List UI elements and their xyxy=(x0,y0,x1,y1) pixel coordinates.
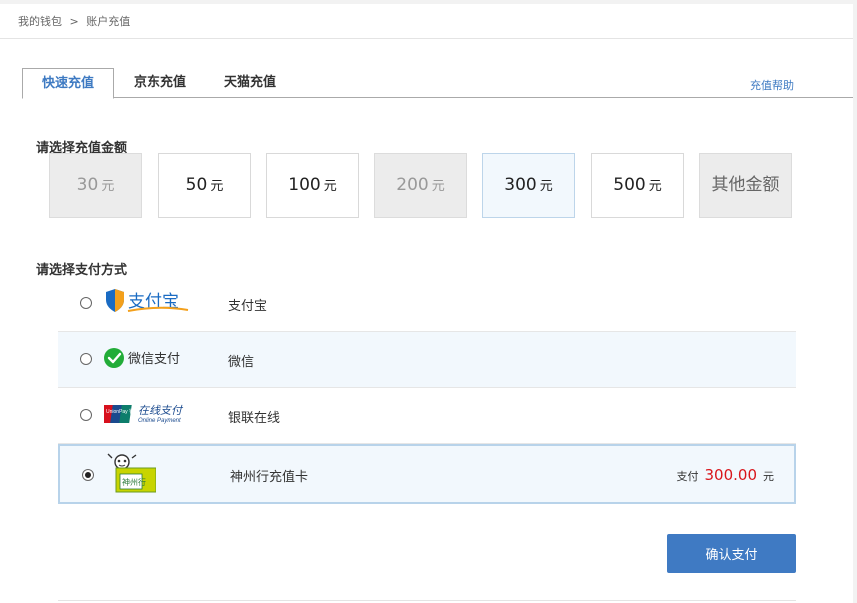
amount-option-50[interactable]: 50 元 xyxy=(158,153,251,218)
wechat-pay-logo-icon: 微信支付 xyxy=(104,347,190,373)
amount-option-300[interactable]: 300 元 xyxy=(482,153,575,218)
pay-amount-summary: 支付 300.00 元 xyxy=(677,466,775,484)
amount-option-200[interactable]: 200 元 xyxy=(374,153,467,218)
svg-text:Online Payment: Online Payment xyxy=(138,418,181,424)
wechat-label: 微信 xyxy=(228,355,255,370)
payment-method-shenzhouxing[interactable]: 神州行 神州行充值卡 支付 300.00 元 xyxy=(58,444,796,504)
amount-option-500[interactable]: 500 元 xyxy=(591,153,684,218)
unionpay-logo-icon: UnionPay 银联 在线支付 Online Payment xyxy=(101,403,190,429)
alipay-radio[interactable] xyxy=(80,297,92,309)
shenzhouxing-radio[interactable] xyxy=(82,469,94,481)
shenzhouxing-label: 神州行充值卡 xyxy=(230,470,309,485)
shenzhouxing-card-logo-icon: 神州行 xyxy=(104,452,157,498)
tab-tmall-recharge[interactable]: 天猫充值 xyxy=(208,68,292,97)
breadcrumb-wallet-link[interactable]: 我的钱包 xyxy=(18,15,62,28)
breadcrumb-current: 账户充值 xyxy=(86,15,131,28)
payment-method-unionpay[interactable]: UnionPay 银联 在线支付 Online Payment 银联在线 xyxy=(58,388,796,444)
unionpay-label: 银联在线 xyxy=(228,411,281,426)
payment-method-alipay[interactable]: 支付宝 支付宝 xyxy=(58,276,796,332)
svg-text:UnionPay 银联: UnionPay 银联 xyxy=(106,408,139,415)
pay-amount: 300.00 xyxy=(704,466,758,484)
recharge-tabs: 快速充值 京东充值 天猫充值 xyxy=(22,68,853,99)
pay-prefix: 支付 xyxy=(676,470,699,483)
alipay-logo-icon: 支付宝 xyxy=(104,288,190,318)
recharge-help-link[interactable]: 充值帮助 xyxy=(750,77,794,93)
footer-divider xyxy=(58,600,796,601)
payment-method-wechat[interactable]: 微信支付 微信 xyxy=(58,332,796,388)
alipay-label: 支付宝 xyxy=(228,299,268,314)
top-frame-border xyxy=(0,0,857,4)
breadcrumb-separator: > xyxy=(69,15,79,28)
right-frame-border xyxy=(853,0,857,603)
tab-jd-recharge[interactable]: 京东充值 xyxy=(118,68,202,97)
confirm-payment-button[interactable]: 确认支付 xyxy=(667,534,796,573)
amount-option-other[interactable]: 其他金额 xyxy=(699,153,792,218)
svg-text:微信支付: 微信支付 xyxy=(128,351,180,366)
header-divider xyxy=(0,38,853,39)
wechat-radio[interactable] xyxy=(80,353,92,365)
breadcrumb: 我的钱包 > 账户充值 xyxy=(18,13,134,29)
amount-option-100[interactable]: 100 元 xyxy=(266,153,359,218)
pay-unit: 元 xyxy=(763,470,774,483)
svg-text:神州行: 神州行 xyxy=(122,477,146,487)
amount-option-30[interactable]: 30 元 xyxy=(49,153,142,218)
svg-text:在线支付: 在线支付 xyxy=(138,404,184,417)
tab-quick-recharge[interactable]: 快速充值 xyxy=(22,68,114,99)
unionpay-radio[interactable] xyxy=(80,409,92,421)
